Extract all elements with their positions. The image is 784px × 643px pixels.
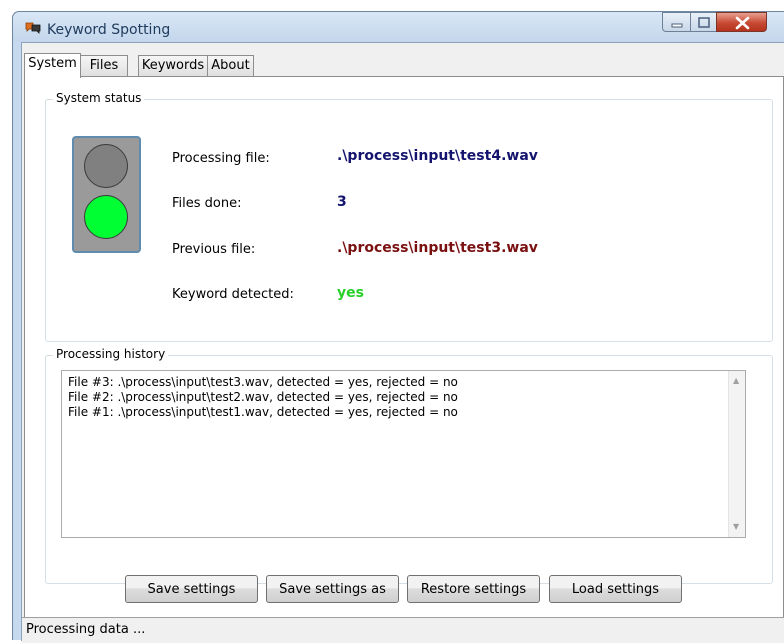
save-settings-as-button[interactable]: Save settings as [266, 575, 399, 603]
scroll-down-arrow-icon[interactable]: ▼ [733, 523, 739, 531]
status-text: Processing data ... [26, 622, 146, 637]
files-done-label: Files done: [172, 196, 242, 211]
app-window: Keyword Spotting System Files Keywords A… [12, 11, 784, 643]
tab-about[interactable]: About [207, 55, 254, 77]
restore-settings-button[interactable]: Restore settings [407, 575, 540, 603]
processing-history-list[interactable]: File #3: .\process\input\test3.wav, dete… [61, 370, 746, 538]
previous-file-label: Previous file: [172, 242, 256, 257]
files-done-value: 3 [337, 194, 347, 210]
history-line: File #3: .\process\input\test3.wav, dete… [68, 375, 458, 389]
save-settings-button[interactable]: Save settings [125, 575, 258, 603]
status-bar: Processing data ... [22, 617, 784, 643]
close-button[interactable] [716, 12, 767, 32]
title-bar[interactable]: Keyword Spotting [13, 12, 784, 42]
processing-file-label: Processing file: [172, 151, 270, 166]
traffic-light-top-lamp [84, 144, 128, 188]
system-status-group: System status [45, 91, 773, 342]
keyword-detected-value: yes [337, 285, 364, 301]
system-status-label: System status [53, 91, 145, 105]
minimize-icon [671, 23, 683, 28]
maximize-icon [698, 17, 710, 28]
window-title: Keyword Spotting [47, 22, 171, 38]
history-line: File #1: .\process\input\test1.wav, dete… [68, 405, 458, 419]
tab-files[interactable]: Files [80, 55, 128, 77]
load-settings-button[interactable]: Load settings [549, 575, 682, 603]
previous-file-value: .\process\input\test3.wav [337, 240, 538, 256]
maximize-button[interactable] [690, 12, 717, 32]
tab-keywords[interactable]: Keywords [138, 55, 208, 77]
keyword-detected-label: Keyword detected: [172, 287, 294, 302]
minimize-button[interactable] [662, 12, 691, 32]
scroll-up-arrow-icon[interactable]: ▲ [733, 377, 739, 385]
history-line: File #2: .\process\input\test2.wav, dete… [68, 390, 458, 404]
tab-system[interactable]: System [24, 53, 81, 78]
app-icon [25, 22, 41, 34]
traffic-light-indicator [72, 136, 141, 253]
processing-history-label: Processing history [53, 347, 169, 361]
traffic-light-bottom-lamp [84, 195, 128, 239]
close-icon [735, 16, 750, 30]
processing-file-value: .\process\input\test4.wav [337, 148, 538, 164]
history-scrollbar[interactable]: ▲ ▼ [728, 371, 745, 537]
client-area: System Files Keywords About System statu… [21, 42, 784, 643]
